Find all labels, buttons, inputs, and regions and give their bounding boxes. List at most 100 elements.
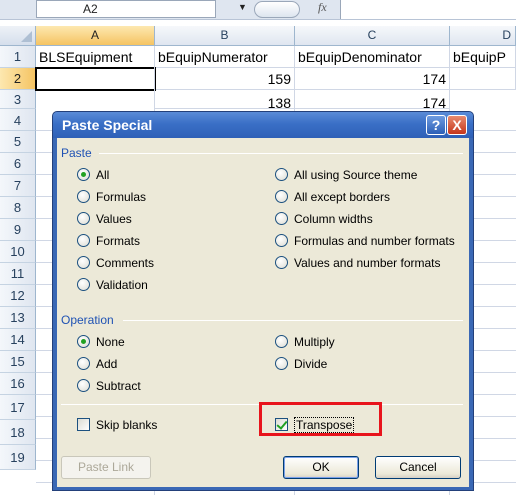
row-header-15[interactable]: 15 xyxy=(0,351,36,373)
excel-window: A2 ▼ fx A B C D 1 2 3 4 5 6 7 8 9 10 11 … xyxy=(0,0,516,495)
option-formats[interactable]: Formats xyxy=(77,234,140,252)
option-formulas-number-formats-label: Formulas and number formats xyxy=(294,234,455,248)
skip-blanks-checkbox[interactable]: Skip blanks xyxy=(77,418,157,436)
cell-c3[interactable]: 174 xyxy=(295,90,450,109)
option-add[interactable]: Add xyxy=(77,357,117,375)
radio-selected-icon[interactable] xyxy=(77,168,90,181)
radio-icon[interactable] xyxy=(275,357,288,370)
dialog-title: Paste Special xyxy=(62,117,153,133)
option-divide-label: Divide xyxy=(294,357,328,371)
checkbox-icon[interactable] xyxy=(77,418,90,431)
radio-icon[interactable] xyxy=(275,212,288,225)
option-validation[interactable]: Validation xyxy=(77,278,148,296)
radio-icon[interactable] xyxy=(77,190,90,203)
option-multiply-label: Multiply xyxy=(294,335,335,349)
option-multiply[interactable]: Multiply xyxy=(275,335,335,353)
row-header-1[interactable]: 1 xyxy=(0,46,36,68)
row-header-4[interactable]: 4 xyxy=(0,109,36,131)
radio-selected-icon[interactable] xyxy=(77,335,90,348)
radio-icon[interactable] xyxy=(275,234,288,247)
option-divide[interactable]: Divide xyxy=(275,357,327,375)
operation-section-label: Operation xyxy=(61,313,114,327)
row-header-12[interactable]: 12 xyxy=(0,285,36,307)
select-all-corner[interactable] xyxy=(0,26,36,46)
radio-icon[interactable] xyxy=(77,212,90,225)
row-header-5[interactable]: 5 xyxy=(0,131,36,153)
option-formulas-label: Formulas xyxy=(96,190,147,204)
option-column-widths-label: Column widths xyxy=(294,212,373,226)
option-validation-label: Validation xyxy=(96,278,148,292)
row-header-11[interactable]: 11 xyxy=(0,263,36,285)
option-all-except-borders[interactable]: All except borders xyxy=(275,190,390,208)
cell-a1[interactable]: BLSEquipment xyxy=(36,46,155,68)
radio-icon[interactable] xyxy=(77,278,90,291)
option-subtract[interactable]: Subtract xyxy=(77,379,141,397)
option-column-widths[interactable]: Column widths xyxy=(275,212,373,230)
option-all-label: All xyxy=(96,168,110,182)
radio-icon[interactable] xyxy=(275,335,288,348)
option-values[interactable]: Values xyxy=(77,212,132,230)
radio-icon[interactable] xyxy=(77,256,90,269)
name-box[interactable]: A2 xyxy=(36,0,216,18)
skip-blanks-label: Skip blanks xyxy=(96,418,158,432)
option-add-label: Add xyxy=(96,357,118,371)
option-subtract-label: Subtract xyxy=(96,379,141,393)
option-formulas-number-formats[interactable]: Formulas and number formats xyxy=(275,234,455,252)
option-all-source-theme[interactable]: All using Source theme xyxy=(275,168,417,186)
row-header-19[interactable]: 19 xyxy=(0,445,36,470)
row-header-18[interactable]: 18 xyxy=(0,420,36,445)
close-button[interactable]: X xyxy=(447,115,467,135)
cell-b2[interactable]: 159 xyxy=(155,68,295,90)
row-header-6[interactable]: 6 xyxy=(0,153,36,175)
cell-b1[interactable]: bEquipNumerator xyxy=(155,46,295,68)
radio-icon[interactable] xyxy=(77,234,90,247)
cell-c2[interactable]: 174 xyxy=(295,68,450,90)
option-comments[interactable]: Comments xyxy=(77,256,154,274)
dialog-titlebar[interactable]: Paste Special ? X xyxy=(53,112,473,138)
radio-icon[interactable] xyxy=(77,357,90,370)
radio-icon[interactable] xyxy=(275,168,288,181)
radio-icon[interactable] xyxy=(77,379,90,392)
row-header-8[interactable]: 8 xyxy=(0,197,36,219)
row-header-13[interactable]: 13 xyxy=(0,307,36,329)
formula-bar: A2 ▼ fx xyxy=(0,0,516,20)
row-header-3[interactable]: 3 xyxy=(0,90,36,109)
radio-icon[interactable] xyxy=(275,256,288,269)
option-none[interactable]: None xyxy=(77,335,125,353)
cell-b3[interactable]: 138 xyxy=(155,90,295,109)
formula-input[interactable] xyxy=(340,0,516,19)
cell-c1[interactable]: bEquipDenominator xyxy=(295,46,450,68)
row-header-10[interactable]: 10 xyxy=(0,241,36,263)
radio-icon[interactable] xyxy=(275,190,288,203)
section-divider xyxy=(123,320,463,321)
option-comments-label: Comments xyxy=(96,256,155,270)
row-header-7[interactable]: 7 xyxy=(0,175,36,197)
active-cell-outline xyxy=(35,67,156,91)
option-values-number-formats[interactable]: Values and number formats xyxy=(275,256,441,274)
section-divider xyxy=(99,153,463,154)
formula-bar-expander[interactable] xyxy=(254,1,300,18)
row-header-2[interactable]: 2 xyxy=(0,68,36,90)
column-header-a[interactable]: A xyxy=(36,26,155,46)
row-header-9[interactable]: 9 xyxy=(0,219,36,241)
option-all[interactable]: All xyxy=(77,168,109,186)
ok-button[interactable]: OK xyxy=(283,456,359,479)
row-header-17[interactable]: 17 xyxy=(0,395,36,420)
option-none-label: None xyxy=(96,335,125,349)
option-formulas[interactable]: Formulas xyxy=(77,190,146,208)
paste-link-button[interactable]: Paste Link xyxy=(61,456,151,479)
column-header-c[interactable]: C xyxy=(295,26,450,46)
help-button[interactable]: ? xyxy=(426,115,446,135)
row-header-16[interactable]: 16 xyxy=(0,373,36,395)
insert-function-icon[interactable]: fx xyxy=(318,0,327,15)
option-values-label: Values xyxy=(96,212,132,226)
cancel-button[interactable]: Cancel xyxy=(375,456,461,479)
name-box-dropdown-icon[interactable]: ▼ xyxy=(238,2,247,12)
cell-d2[interactable] xyxy=(450,68,516,90)
transpose-highlight-box xyxy=(259,402,382,436)
row-header-14[interactable]: 14 xyxy=(0,329,36,351)
paste-section-label: Paste xyxy=(61,146,92,160)
cell-d1[interactable]: bEquipP xyxy=(450,46,516,68)
column-header-d[interactable]: D xyxy=(450,26,516,46)
column-header-b[interactable]: B xyxy=(155,26,295,46)
